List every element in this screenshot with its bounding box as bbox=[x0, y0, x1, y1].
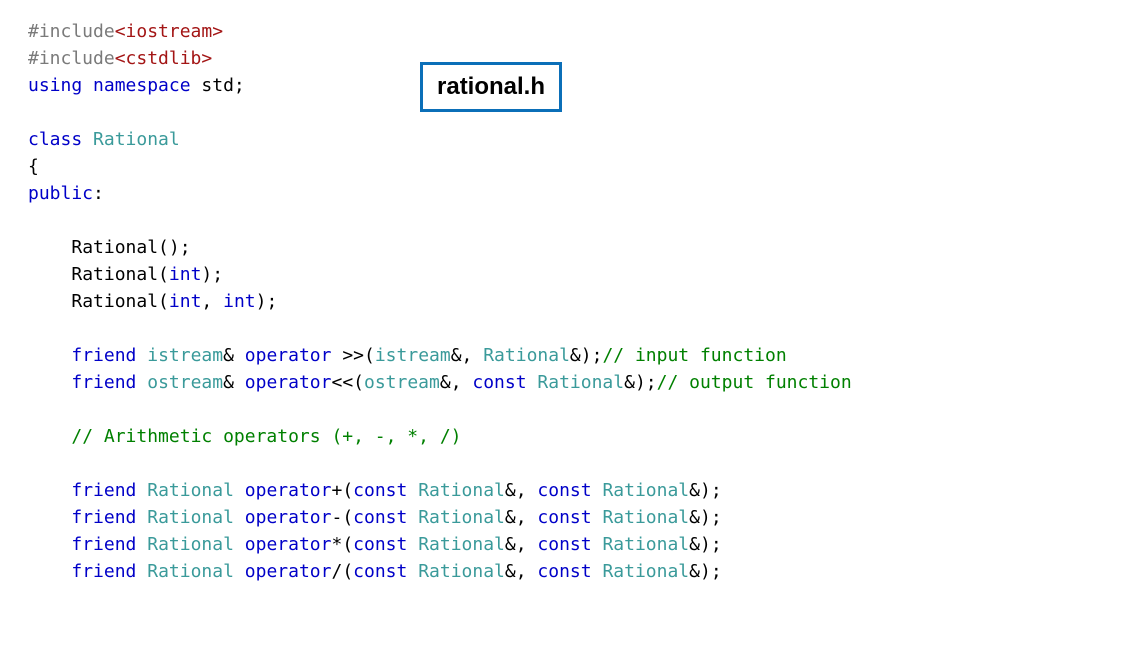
kw-operator: operator bbox=[245, 507, 332, 528]
kw-operator: operator bbox=[245, 534, 332, 555]
type-rational: Rational bbox=[93, 129, 180, 150]
type-istream: istream bbox=[147, 345, 223, 366]
code-block: #include<iostream> #include<cstdlib> usi… bbox=[28, 18, 1117, 585]
brace-open: { bbox=[28, 156, 39, 177]
type-rational: Rational bbox=[602, 480, 689, 501]
type-ostream: ostream bbox=[147, 372, 223, 393]
amp-semi: &); bbox=[689, 480, 722, 501]
comment-output: // output function bbox=[657, 372, 852, 393]
kw-using: using bbox=[28, 75, 82, 96]
kw-friend: friend bbox=[71, 561, 136, 582]
amp-semi: &); bbox=[624, 372, 657, 393]
header-iostream: <iostream> bbox=[115, 21, 223, 42]
op-extract: >>( bbox=[331, 345, 374, 366]
type-rational: Rational bbox=[483, 345, 570, 366]
kw-namespace: namespace bbox=[93, 75, 191, 96]
ctor-int-open: Rational( bbox=[71, 264, 169, 285]
type-rational: Rational bbox=[418, 507, 505, 528]
kw-const: const bbox=[353, 480, 407, 501]
paren-open: ( bbox=[342, 507, 353, 528]
kw-friend: friend bbox=[71, 480, 136, 501]
type-rational: Rational bbox=[418, 480, 505, 501]
op-slash: / bbox=[331, 561, 342, 582]
kw-friend: friend bbox=[71, 507, 136, 528]
comment-arith: // Arithmetic operators (+, -, *, /) bbox=[71, 426, 461, 447]
op-star: * bbox=[331, 534, 342, 555]
filename-label: rational.h bbox=[420, 62, 562, 112]
type-rational: Rational bbox=[602, 534, 689, 555]
type-rational: Rational bbox=[418, 561, 505, 582]
amp: & bbox=[223, 372, 245, 393]
kw-const: const bbox=[353, 561, 407, 582]
comment-input: // input function bbox=[602, 345, 786, 366]
kw-int: int bbox=[169, 264, 202, 285]
kw-operator: operator bbox=[245, 345, 332, 366]
ident-std: std; bbox=[201, 75, 244, 96]
kw-operator: operator bbox=[245, 561, 332, 582]
paren-open: ( bbox=[342, 534, 353, 555]
type-rational: Rational bbox=[147, 507, 234, 528]
kw-const: const bbox=[537, 534, 591, 555]
type-rational: Rational bbox=[147, 534, 234, 555]
type-rational: Rational bbox=[602, 561, 689, 582]
header-cstdlib: <cstdlib> bbox=[115, 48, 213, 69]
amp-comma: &, bbox=[505, 561, 538, 582]
comma: , bbox=[201, 291, 223, 312]
op-plus: + bbox=[331, 480, 342, 501]
type-rational: Rational bbox=[537, 372, 624, 393]
amp-semi: &); bbox=[570, 345, 603, 366]
preproc-include: #include bbox=[28, 21, 115, 42]
type-ostream: ostream bbox=[364, 372, 440, 393]
kw-const: const bbox=[537, 561, 591, 582]
kw-public: public bbox=[28, 183, 93, 204]
amp-semi: &); bbox=[689, 561, 722, 582]
amp-comma: &, bbox=[505, 507, 538, 528]
ctor-default: Rational(); bbox=[71, 237, 190, 258]
amp-semi: &); bbox=[689, 507, 722, 528]
kw-const: const bbox=[353, 534, 407, 555]
type-istream: istream bbox=[375, 345, 451, 366]
op-insert: <<( bbox=[331, 372, 364, 393]
amp-comma: &, bbox=[505, 480, 538, 501]
kw-friend: friend bbox=[71, 372, 136, 393]
amp: & bbox=[223, 345, 245, 366]
kw-const: const bbox=[537, 507, 591, 528]
kw-const: const bbox=[472, 372, 526, 393]
kw-operator: operator bbox=[245, 480, 332, 501]
type-rational: Rational bbox=[147, 480, 234, 501]
paren-open: ( bbox=[342, 561, 353, 582]
kw-friend: friend bbox=[71, 534, 136, 555]
kw-friend: friend bbox=[71, 345, 136, 366]
amp-comma: &, bbox=[505, 534, 538, 555]
ctor-int-close: ); bbox=[201, 264, 223, 285]
kw-class: class bbox=[28, 129, 82, 150]
colon: : bbox=[93, 183, 104, 204]
kw-const: const bbox=[353, 507, 407, 528]
op-minus: - bbox=[331, 507, 342, 528]
type-rational: Rational bbox=[602, 507, 689, 528]
amp-comma: &, bbox=[451, 345, 484, 366]
type-rational: Rational bbox=[147, 561, 234, 582]
preproc-include: #include bbox=[28, 48, 115, 69]
type-rational: Rational bbox=[418, 534, 505, 555]
ctor-int2-close: ); bbox=[256, 291, 278, 312]
kw-int: int bbox=[169, 291, 202, 312]
kw-const: const bbox=[537, 480, 591, 501]
kw-int: int bbox=[223, 291, 256, 312]
kw-operator: operator bbox=[245, 372, 332, 393]
amp-semi: &); bbox=[689, 534, 722, 555]
paren-open: ( bbox=[342, 480, 353, 501]
amp-comma: &, bbox=[440, 372, 473, 393]
ctor-int2-open: Rational( bbox=[71, 291, 169, 312]
